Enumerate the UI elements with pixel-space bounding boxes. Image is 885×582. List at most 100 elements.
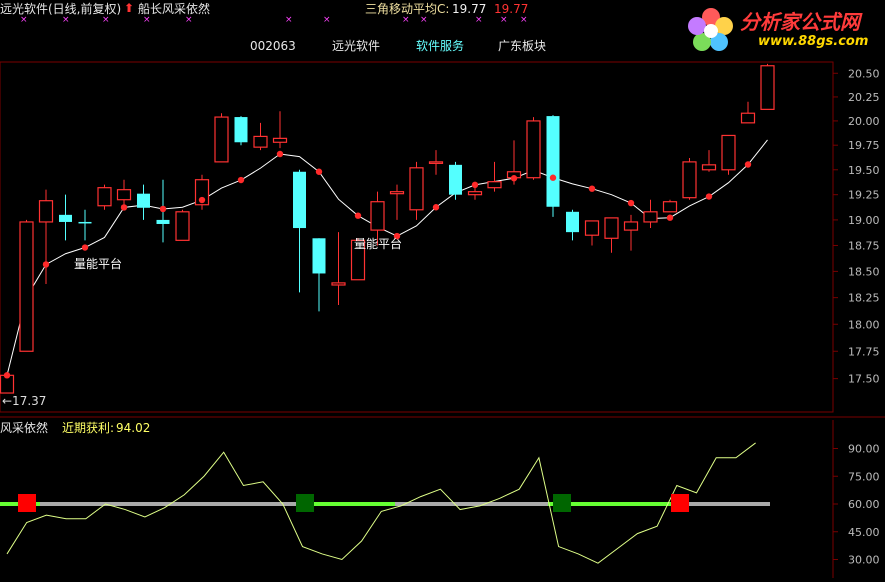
candle xyxy=(214,113,229,163)
sub-tick-label: 75.00 xyxy=(848,470,880,483)
y-tick-label: 18.75 xyxy=(848,239,880,252)
candle xyxy=(623,214,639,251)
candle xyxy=(293,169,306,293)
sub-indicator-series xyxy=(0,442,770,564)
cross-marker: × xyxy=(143,15,151,25)
ma-dot xyxy=(81,244,89,251)
candle-body xyxy=(467,191,483,196)
cross-marker: × xyxy=(500,15,508,25)
ma-dot xyxy=(744,161,752,168)
candle xyxy=(19,219,34,352)
stock-name[interactable]: 远光软件 xyxy=(332,39,380,53)
candle xyxy=(721,134,736,175)
candle xyxy=(175,209,190,241)
candle-body xyxy=(137,193,150,208)
candle-body xyxy=(59,214,72,222)
y-tick-label: 19.75 xyxy=(848,139,880,152)
recent-profit-value: 94.02 xyxy=(116,421,151,435)
y-tick-label: 20.50 xyxy=(848,67,880,80)
candle-body xyxy=(546,116,560,207)
candle xyxy=(643,199,658,229)
candle xyxy=(137,184,150,220)
candle-body xyxy=(97,187,112,207)
ma-dot xyxy=(198,196,206,204)
candle xyxy=(526,117,541,180)
signal-square xyxy=(296,494,314,512)
candle-body xyxy=(214,116,229,163)
candle xyxy=(272,111,288,149)
candle xyxy=(682,157,697,200)
candle-body xyxy=(526,120,541,179)
candle xyxy=(78,209,92,241)
candle xyxy=(662,199,678,213)
cross-marker: × xyxy=(62,15,70,25)
candlestick-series xyxy=(0,63,775,394)
y-tick-label: 18.50 xyxy=(848,265,880,278)
candle-body xyxy=(19,221,34,352)
candle xyxy=(409,161,424,220)
tri-ma-value-2: 19.77 xyxy=(494,2,529,16)
candle-body xyxy=(253,135,268,148)
low-price-marker: ←17.37 xyxy=(2,394,47,408)
industry-tag[interactable]: 软件服务 xyxy=(416,39,464,53)
ma-dot xyxy=(42,261,50,268)
candle xyxy=(59,194,72,241)
candle-body xyxy=(370,201,385,231)
signal-square xyxy=(671,494,689,512)
candle xyxy=(97,184,112,210)
y-tick-label: 19.25 xyxy=(848,189,880,202)
ma-dot xyxy=(120,204,128,211)
candle xyxy=(604,217,619,253)
cross-marker: × xyxy=(20,15,28,25)
candle xyxy=(389,184,405,220)
candle-body xyxy=(428,161,444,164)
up-arrow-icon: ⬆ xyxy=(124,1,135,15)
sub-tick-label: 90.00 xyxy=(848,443,880,456)
y-axis-ticks: 20.50 20.25 20.00 19.75 19.50 19.25 19.00 18.75… xyxy=(833,67,880,567)
stock-chart: × × × × × × × × × × × × 20.50 20.25 20.00 19.75 19.50 19… xyxy=(0,15,885,578)
flower-logo-icon xyxy=(688,8,733,51)
site-url[interactable]: www.88gs.com xyxy=(758,34,868,49)
y-tick-label: 19.00 xyxy=(848,214,880,227)
candle xyxy=(312,238,326,312)
indicator-name: 船长风采依然 xyxy=(138,2,211,16)
ma-dot xyxy=(3,372,11,379)
candle xyxy=(740,101,756,124)
region-tag[interactable]: 广东板块 xyxy=(498,39,546,53)
candle-body xyxy=(116,189,132,201)
candle xyxy=(760,63,775,110)
candle-body xyxy=(449,164,462,195)
candle-body xyxy=(740,112,756,124)
candle xyxy=(428,150,444,175)
ma-dot xyxy=(159,205,167,213)
ma-dot xyxy=(237,176,245,184)
candle xyxy=(331,232,346,306)
ma-dot xyxy=(276,150,284,158)
candle xyxy=(487,161,502,192)
ma-dot xyxy=(588,185,596,192)
candle-body xyxy=(623,221,639,231)
y-tick-label: 20.00 xyxy=(848,115,880,128)
y-tick-label: 20.25 xyxy=(848,91,880,104)
candle-body xyxy=(312,238,326,274)
cross-marker: × xyxy=(185,15,193,25)
y-tick-label: 19.50 xyxy=(848,164,880,177)
y-tick-label: 18.25 xyxy=(848,292,880,305)
tri-ma-label: 三角移动平均C: xyxy=(365,2,450,16)
candle-body xyxy=(175,211,190,241)
candle xyxy=(194,174,210,210)
ma-dot xyxy=(315,168,323,175)
cross-marker: × xyxy=(102,15,110,25)
sub-tick-label: 60.00 xyxy=(848,498,880,511)
stock-code[interactable]: 002063 xyxy=(250,39,296,53)
candle-body xyxy=(272,137,288,143)
cross-marker: × xyxy=(420,15,428,25)
sub-tick-label: 30.00 xyxy=(848,554,880,567)
signal-square xyxy=(553,494,571,512)
ma-dot xyxy=(705,193,713,200)
candle xyxy=(253,122,268,151)
candle-body xyxy=(156,219,170,224)
cross-marker: × xyxy=(475,15,483,25)
site-logo-text: 分析家公式网 xyxy=(740,10,860,34)
cross-marker: × xyxy=(402,15,410,25)
